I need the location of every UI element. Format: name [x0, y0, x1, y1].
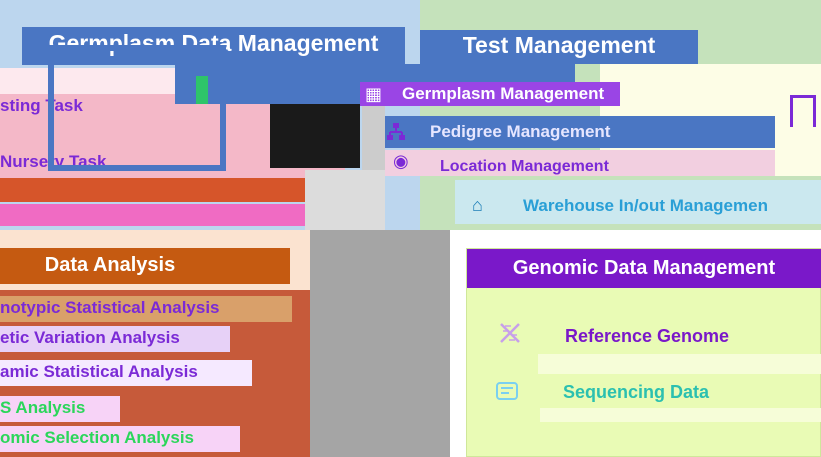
data-analysis-title[interactable]: Data Analysis [0, 254, 220, 277]
menu-item-warehouse[interactable]: Warehouse In/out Managemen [523, 196, 768, 216]
menu-item-germplasm[interactable]: Germplasm Management [402, 84, 604, 104]
menu-divider [305, 170, 385, 230]
genomic-stripe [538, 354, 821, 374]
list-item[interactable]: etic Variation Analysis [0, 326, 230, 352]
genomic-title[interactable]: Genomic Data Management [467, 257, 821, 280]
analysis-genomic-selection[interactable]: omic Selection Analysis [0, 428, 194, 448]
location-pin-icon: ◉ [393, 151, 409, 171]
menu-accent [196, 76, 208, 104]
genomic-item-sequencing-data[interactable]: Sequencing Data [563, 382, 709, 403]
sequencing-icon [494, 378, 520, 410]
gray-divider [310, 230, 450, 457]
analysis-phenotypic[interactable]: notypic Statistical Analysis [0, 298, 220, 318]
dna-icon [497, 320, 523, 352]
germplasm-strip [0, 204, 305, 226]
analysis-genomic-statistical[interactable]: amic Statistical Analysis [0, 362, 198, 382]
genomic-item-reference-genome[interactable]: Reference Genome [565, 326, 729, 347]
germ-grid-icon: ▦ [365, 84, 383, 104]
germplasm-strip [0, 178, 305, 202]
analysis-gwas[interactable]: S Analysis [0, 398, 85, 418]
list-item[interactable]: amic Statistical Analysis [0, 360, 252, 386]
data-analysis-list: notypic Statistical Analysis etic Variat… [0, 290, 310, 457]
list-item[interactable]: omic Selection Analysis [0, 426, 240, 452]
pedigree-tree-icon [386, 122, 406, 147]
analysis-genetic-variation[interactable]: etic Variation Analysis [0, 328, 180, 348]
list-item[interactable]: S Analysis [0, 396, 120, 422]
test-title[interactable]: Test Management [420, 32, 698, 59]
warehouse-icon: ⌂ [472, 195, 483, 215]
list-item[interactable]: notypic Statistical Analysis [0, 296, 292, 322]
genomic-stripe [540, 408, 821, 422]
menu-item-pedigree[interactable]: Pedigree Management [430, 122, 610, 142]
menu-item-location[interactable]: Location Management [440, 158, 609, 176]
tray-icon [790, 95, 816, 127]
